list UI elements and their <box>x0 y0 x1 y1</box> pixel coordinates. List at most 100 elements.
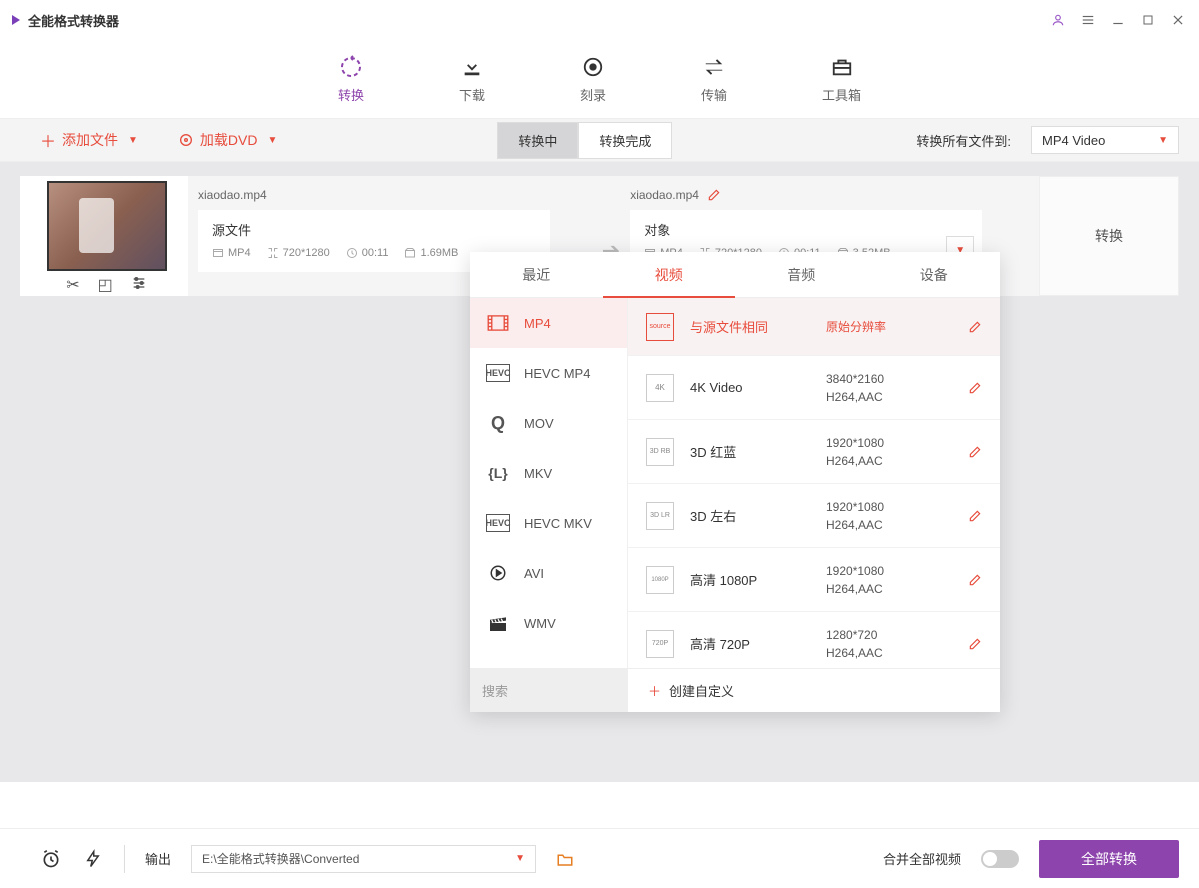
tab-converting[interactable]: 转换中 <box>497 122 578 159</box>
brackets-icon: {L} <box>486 464 510 482</box>
edit-icon[interactable] <box>968 381 982 395</box>
app-title: 全能格式转换器 <box>28 11 1049 30</box>
edit-icon[interactable] <box>968 445 982 459</box>
adjust-icon[interactable] <box>131 275 147 295</box>
nav-burn[interactable]: 刻录 <box>565 51 621 108</box>
convert-button[interactable]: 转换 <box>1039 176 1179 296</box>
dd-tab-device[interactable]: 设备 <box>868 252 1001 297</box>
edit-icon[interactable] <box>968 637 982 651</box>
target-filename: xiaodao.mp4 <box>630 188 699 202</box>
search-input[interactable]: 搜索 <box>470 669 628 712</box>
minimize-icon[interactable] <box>1109 11 1127 29</box>
opt-720p[interactable]: 720P 高清 720P 1280*720H264,AAC <box>628 612 1000 668</box>
fmt-mp4[interactable]: MP4 <box>470 298 627 348</box>
merge-toggle[interactable] <box>981 850 1019 868</box>
nav-download[interactable]: 下载 <box>444 51 500 108</box>
edit-icon[interactable] <box>968 509 982 523</box>
edit-icon[interactable] <box>707 188 721 202</box>
disc-icon <box>581 55 605 79</box>
nav-convert-label: 转换 <box>338 85 364 104</box>
disc-small-icon <box>178 132 194 148</box>
bottom-bar: 输出 E:\全能格式转换器\Converted ▼ 合并全部视频 全部转换 <box>0 828 1199 888</box>
app-logo-icon <box>12 15 20 25</box>
crop-icon[interactable]: ◰ <box>98 275 113 295</box>
source-tag-icon: source <box>646 313 674 341</box>
fmt-hevc-mkv[interactable]: HEVCHEVC MKV <box>470 498 627 548</box>
thumbnail-block: ✂ ◰ <box>20 176 188 296</box>
fmt-wmv[interactable]: WMV <box>470 598 627 648</box>
source-header: 源文件 <box>212 220 536 239</box>
dd-tab-recent[interactable]: 最近 <box>470 252 603 297</box>
caret-down-icon: ▼ <box>515 853 525 864</box>
menu-icon[interactable] <box>1079 11 1097 29</box>
video-thumbnail[interactable] <box>47 181 167 271</box>
fmt-m4v[interactable]: 〰M4V <box>470 648 627 668</box>
opt-4k[interactable]: 4K 4K Video 3840*2160H264,AAC <box>628 356 1000 420</box>
plus-icon: ＋ <box>40 128 56 152</box>
opt-3d-rb[interactable]: 3D RB 3D 红蓝 1920*1080H264,AAC <box>628 420 1000 484</box>
opt-3d-lr[interactable]: 3D LR 3D 左右 1920*1080H264,AAC <box>628 484 1000 548</box>
nav-burn-label: 刻录 <box>580 85 606 104</box>
edit-icon[interactable] <box>968 320 982 334</box>
toolbar: ＋ 添加文件 ▼ 加载DVD ▼ 转换中 转换完成 转换所有文件到: MP4 V… <box>0 118 1199 162</box>
download-icon <box>460 55 484 79</box>
tab-done[interactable]: 转换完成 <box>578 122 672 159</box>
window-controls <box>1049 11 1187 29</box>
generic-icon: 〰 <box>486 664 510 668</box>
fmt-mkv[interactable]: {L}MKV <box>470 448 627 498</box>
main-nav: 转换 下载 刻录 传输 工具箱 <box>0 40 1199 118</box>
q-icon: Q <box>486 414 510 432</box>
format-list: MP4 HEVCHEVC MP4 QMOV {L}MKV HEVCHEVC MK… <box>470 298 628 668</box>
maximize-icon[interactable] <box>1139 11 1157 29</box>
content-area: ✂ ◰ xiaodao.mp4 源文件 MP4 720*1280 00:11 1… <box>0 162 1199 782</box>
clap-icon <box>486 614 510 632</box>
open-folder-icon[interactable] <box>556 851 574 867</box>
nav-download-label: 下载 <box>459 85 485 104</box>
user-icon[interactable] <box>1049 11 1067 29</box>
resolution-tag-icon: 3D LR <box>646 502 674 530</box>
titlebar: 全能格式转换器 <box>0 0 1199 40</box>
dropdown-tabs: 最近 视频 音频 设备 <box>470 252 1000 298</box>
nav-transfer[interactable]: 传输 <box>686 51 742 108</box>
nav-convert[interactable]: 转换 <box>323 51 379 108</box>
resolution-tag-icon: 720P <box>646 630 674 658</box>
close-icon[interactable] <box>1169 11 1187 29</box>
fmt-mov[interactable]: QMOV <box>470 398 627 448</box>
format-select[interactable]: MP4 Video ▼ <box>1031 126 1179 154</box>
resolution-tag-icon: 4K <box>646 374 674 402</box>
dd-tab-audio[interactable]: 音频 <box>735 252 868 297</box>
dropdown-body: MP4 HEVCHEVC MP4 QMOV {L}MKV HEVCHEVC MK… <box>470 298 1000 668</box>
nav-toolbox[interactable]: 工具箱 <box>807 51 876 108</box>
edit-tools: ✂ ◰ <box>66 275 147 295</box>
create-custom-button[interactable]: ＋ 创建自定义 <box>628 681 1000 700</box>
film-icon <box>486 314 510 332</box>
output-path-select[interactable]: E:\全能格式转换器\Converted ▼ <box>191 845 536 873</box>
fmt-avi[interactable]: AVI <box>470 548 627 598</box>
add-file-button[interactable]: ＋ 添加文件 ▼ <box>40 128 138 152</box>
refresh-icon <box>339 55 363 79</box>
output-path-value: E:\全能格式转换器\Converted <box>202 850 359 867</box>
scissors-icon[interactable]: ✂ <box>66 275 79 295</box>
output-label: 输出 <box>145 849 171 868</box>
format-dropdown: 最近 视频 音频 设备 MP4 HEVCHEVC MP4 QMOV {L}MKV… <box>470 252 1000 712</box>
resolution-tag-icon: 1080P <box>646 566 674 594</box>
fmt-hevc-mp4[interactable]: HEVCHEVC MP4 <box>470 348 627 398</box>
separator <box>124 845 125 873</box>
hevc-icon: HEVC <box>486 364 510 382</box>
toolbox-icon <box>830 55 854 79</box>
hevc-icon: HEVC <box>486 514 510 532</box>
load-dvd-button[interactable]: 加载DVD ▼ <box>178 130 277 150</box>
format-select-value: MP4 Video <box>1042 133 1105 148</box>
resolution-tag-icon: 3D RB <box>646 438 674 466</box>
dd-tab-video[interactable]: 视频 <box>603 252 736 297</box>
caret-down-icon: ▼ <box>267 135 277 146</box>
caret-down-icon: ▼ <box>128 135 138 146</box>
flash-icon[interactable] <box>82 848 104 870</box>
edit-icon[interactable] <box>968 573 982 587</box>
convert-all-button[interactable]: 全部转换 <box>1039 840 1179 878</box>
alarm-icon[interactable] <box>40 848 62 870</box>
plus-icon: ＋ <box>648 681 661 700</box>
opt-same-as-source[interactable]: source 与源文件相同 原始分辨率 <box>628 298 1000 356</box>
opt-1080p[interactable]: 1080P 高清 1080P 1920*1080H264,AAC <box>628 548 1000 612</box>
option-list: source 与源文件相同 原始分辨率 4K 4K Video 3840*216… <box>628 298 1000 668</box>
